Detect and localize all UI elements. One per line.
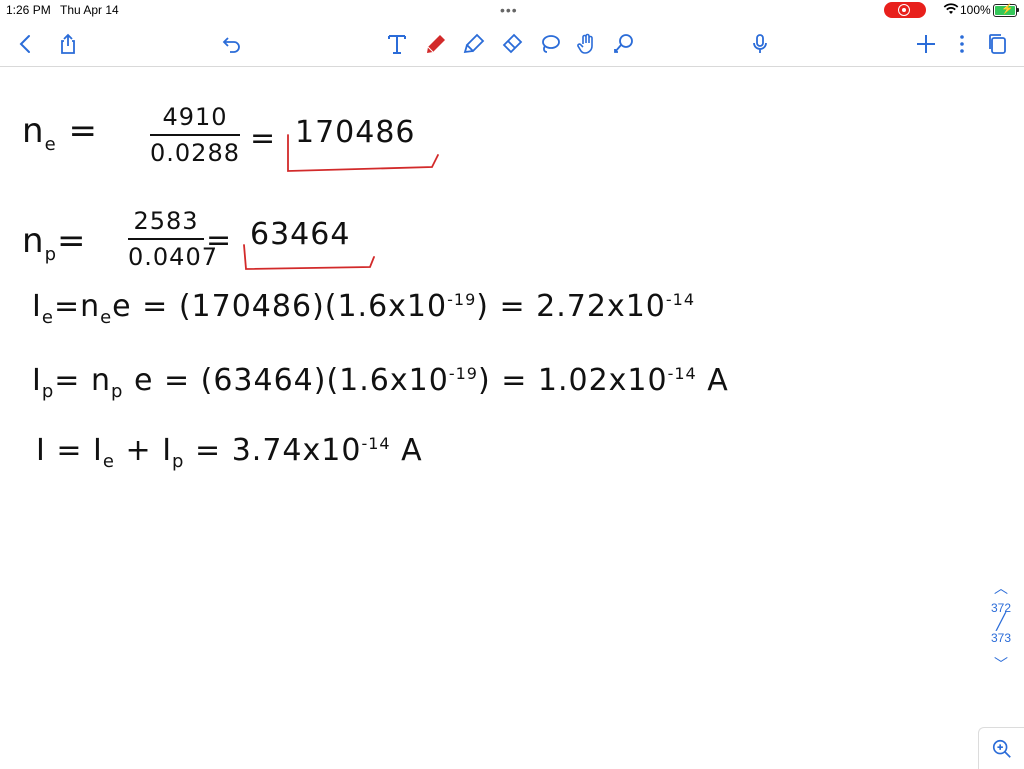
shapes-icon[interactable] <box>610 30 638 58</box>
previous-page-chevron-icon[interactable]: ︿ <box>985 578 1017 600</box>
ne-numerator: 4910 <box>162 103 228 131</box>
wifi-icon <box>943 3 959 14</box>
ne-label: ne = <box>22 111 98 155</box>
status-time: 1:26 PM <box>6 3 51 17</box>
pages-icon[interactable] <box>984 30 1012 58</box>
np-result-underline <box>243 244 375 270</box>
toolbar <box>0 22 1024 67</box>
screen-recording-icon[interactable] <box>884 2 926 18</box>
multitask-dots-icon[interactable]: ••• <box>500 2 518 18</box>
more-icon[interactable] <box>948 30 976 58</box>
battery-percentage: 100% <box>960 3 991 17</box>
np-fraction: 2583 0.0407 <box>128 207 218 271</box>
total-current-value: 3.74x10 <box>231 433 362 468</box>
status-date: Thu Apr 14 <box>60 3 119 17</box>
note-canvas[interactable]: ne = 4910 0.0288 = 170486 np= 2583 0.040… <box>0 67 1024 768</box>
eraser-icon[interactable] <box>498 30 526 58</box>
zoom-button[interactable] <box>978 727 1024 769</box>
np-label: np= <box>22 221 87 265</box>
total-current-equation: I = Ie + Ip = 3.74x10-14 A <box>36 433 423 472</box>
add-icon[interactable] <box>912 30 940 58</box>
ne-fraction: 4910 0.0288 <box>150 103 240 167</box>
ne-equals: = <box>250 121 277 156</box>
page-navigator: ︿ 372 ╱ 373 ﹀ <box>985 578 1017 676</box>
text-tool-icon[interactable] <box>383 30 411 58</box>
highlighter-icon[interactable] <box>460 30 488 58</box>
back-chevron-icon[interactable] <box>12 30 40 58</box>
share-icon[interactable] <box>54 30 82 58</box>
pen-tool-icon[interactable] <box>422 30 450 58</box>
hand-touch-icon[interactable] <box>573 30 601 58</box>
battery-icon: ⚡ <box>993 4 1019 17</box>
lasso-icon[interactable] <box>536 30 564 58</box>
ie-equation: Ie=nee = (170486)(1.6x10-19) = 2.72x10-1… <box>32 289 696 328</box>
ne-denominator: 0.0288 <box>150 138 240 167</box>
total-page-count: 373 <box>990 631 1012 645</box>
microphone-icon[interactable] <box>746 30 774 58</box>
next-page-chevron-icon[interactable]: ﹀ <box>985 654 1017 676</box>
undo-icon[interactable] <box>218 30 246 58</box>
zoom-in-icon <box>992 739 1011 758</box>
ip-equation: Ip= np e = (63464)(1.6x10-19) = 1.02x10-… <box>32 363 729 402</box>
ne-result-underline <box>287 134 439 172</box>
np-equals: = <box>206 223 233 258</box>
np-denominator: 0.0407 <box>128 242 218 271</box>
status-bar: 1:26 PM Thu Apr 14 ••• 100% ⚡ <box>0 0 1024 22</box>
np-numerator: 2583 <box>133 207 199 235</box>
